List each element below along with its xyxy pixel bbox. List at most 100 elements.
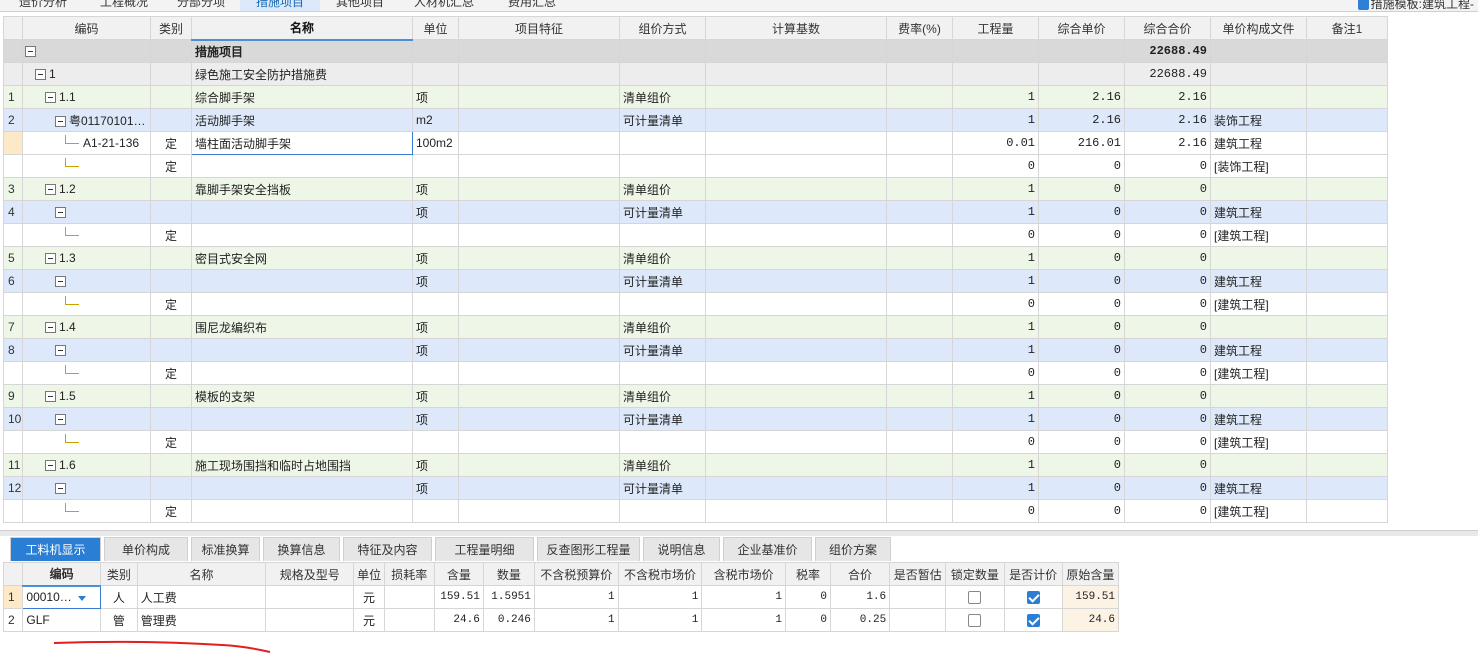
grid-row[interactable]: 定 0 0 0 [建筑工程]: [3, 499, 1388, 523]
cell-code[interactable]: 1.5: [22, 384, 151, 408]
tab-measures[interactable]: 措施项目: [240, 0, 320, 11]
cell-note[interactable]: [1306, 177, 1388, 201]
cell-note[interactable]: [1306, 292, 1388, 316]
cell-unit[interactable]: 项: [412, 246, 459, 270]
cell-method[interactable]: 可计量清单: [619, 108, 706, 132]
cell-name[interactable]: [191, 200, 413, 224]
cell-unit[interactable]: 项: [412, 407, 459, 431]
cell-price[interactable]: 0: [1038, 384, 1125, 408]
collapse-toggle-icon[interactable]: [55, 276, 66, 288]
cell-base[interactable]: [705, 361, 887, 385]
tab-features-content[interactable]: 特征及内容: [343, 537, 432, 561]
collapse-toggle-icon[interactable]: [55, 345, 66, 357]
cell-code[interactable]: [22, 430, 151, 454]
cell-base[interactable]: [705, 338, 887, 362]
cell-file[interactable]: [1210, 315, 1307, 339]
cell-qty[interactable]: 1: [952, 108, 1039, 132]
sub-cell-type[interactable]: 人: [99, 585, 138, 609]
cell-code[interactable]: 1.1: [22, 85, 151, 109]
tab-quantity-detail[interactable]: 工程量明细: [435, 537, 534, 561]
cell-unit[interactable]: 项: [412, 269, 459, 293]
sub-col-type[interactable]: 类别: [99, 562, 138, 586]
grid-row[interactable]: 2 粤01170101… 活动脚手架 m2 可计量清单 1 2.16 2.16 装饰工程: [3, 108, 1388, 132]
cell-price[interactable]: 216.01: [1038, 131, 1125, 155]
cell-file[interactable]: [1210, 177, 1307, 201]
grid-row[interactable]: 定 0 0 0 [建筑工程]: [3, 223, 1388, 247]
cell-feature[interactable]: [458, 338, 620, 362]
cell-price[interactable]: [1038, 39, 1125, 63]
cell-rate[interactable]: [886, 85, 953, 109]
cell-total[interactable]: 0: [1124, 177, 1211, 201]
cell-total[interactable]: 0: [1124, 384, 1211, 408]
cell-method[interactable]: 清单组价: [619, 246, 706, 270]
cell-base[interactable]: [705, 430, 887, 454]
cell-name[interactable]: 措施项目: [191, 39, 413, 63]
cell-type[interactable]: [150, 39, 192, 63]
cell-qty[interactable]: 1: [952, 315, 1039, 339]
collapse-toggle-icon[interactable]: [45, 391, 56, 403]
cell-code[interactable]: [22, 499, 151, 523]
cell-method[interactable]: [619, 361, 706, 385]
cell-unit[interactable]: 项: [412, 338, 459, 362]
grid-row[interactable]: 4 项可计量清单 1 0 0 建筑工程: [3, 200, 1388, 224]
cell-type[interactable]: 定: [150, 223, 192, 247]
cell-file[interactable]: 建筑工程: [1210, 269, 1307, 293]
cell-code[interactable]: 粤01170101…: [22, 108, 151, 132]
col-type[interactable]: 类别: [150, 16, 192, 40]
tab-reverse-graphic-quantity[interactable]: 反查图形工程量: [537, 537, 640, 561]
cell-name[interactable]: [191, 499, 413, 523]
cell-file[interactable]: 建筑工程: [1210, 338, 1307, 362]
sub-cell-budget[interactable]: 1: [533, 585, 619, 609]
cell-name[interactable]: 密目式安全网: [191, 246, 413, 270]
tab-conversion-info[interactable]: 换算信息: [263, 537, 340, 561]
cell-qty[interactable]: 1: [952, 338, 1039, 362]
cell-code[interactable]: [22, 269, 151, 293]
sub-cell-spec[interactable]: [265, 585, 355, 609]
sub-cell-name[interactable]: 人工费: [136, 585, 267, 609]
sub-cell-lock[interactable]: [945, 585, 1005, 609]
cell-method[interactable]: [619, 62, 706, 86]
cell-file[interactable]: [1210, 39, 1307, 63]
sub-cell-total[interactable]: 1.6: [829, 585, 891, 609]
cell-base[interactable]: [705, 315, 887, 339]
cell-base[interactable]: [705, 108, 887, 132]
cell-qty[interactable]: 0: [952, 499, 1039, 523]
cell-price[interactable]: 0: [1038, 476, 1125, 500]
sub-col-spec[interactable]: 规格及型号: [265, 562, 355, 586]
cell-price[interactable]: 0: [1038, 292, 1125, 316]
cell-total[interactable]: 0: [1124, 315, 1211, 339]
cell-feature[interactable]: [458, 131, 620, 155]
cell-method[interactable]: 可计量清单: [619, 269, 706, 293]
cell-code[interactable]: A1-21-136: [22, 131, 151, 155]
cell-file[interactable]: 建筑工程: [1210, 476, 1307, 500]
tab-labor-material-summary[interactable]: 人材机汇总: [400, 0, 488, 11]
cell-name[interactable]: 靠脚手架安全挡板: [191, 177, 413, 201]
cell-total[interactable]: 0: [1124, 338, 1211, 362]
collapse-toggle-icon[interactable]: [55, 414, 66, 426]
sub-cell-type[interactable]: 管: [99, 608, 138, 632]
cell-feature[interactable]: [458, 246, 620, 270]
cell-rate[interactable]: [886, 200, 953, 224]
sub-cell-loss[interactable]: [383, 585, 435, 609]
cell-unit[interactable]: [412, 154, 459, 178]
cell-rate[interactable]: [886, 384, 953, 408]
cell-qty[interactable]: 1: [952, 85, 1039, 109]
tab-other-items[interactable]: 其他项目: [324, 0, 396, 11]
cell-method[interactable]: [619, 131, 706, 155]
sub-cell-priced[interactable]: [1003, 608, 1063, 632]
col-feature[interactable]: 项目特征: [458, 16, 620, 40]
tab-description[interactable]: 说明信息: [643, 537, 720, 561]
cell-total[interactable]: 0: [1124, 407, 1211, 431]
cell-total[interactable]: 22688.49: [1124, 39, 1211, 63]
cell-file[interactable]: [1210, 246, 1307, 270]
cell-note[interactable]: [1306, 384, 1388, 408]
cell-price[interactable]: 0: [1038, 315, 1125, 339]
measure-template-selector[interactable]: 措施模板:建筑工程-: [1357, 0, 1474, 11]
cell-qty[interactable]: 1: [952, 384, 1039, 408]
cell-type[interactable]: [150, 108, 192, 132]
cell-name[interactable]: [191, 407, 413, 431]
cell-price[interactable]: 0: [1038, 407, 1125, 431]
sub-cell-content[interactable]: 159.51: [433, 585, 484, 609]
tab-material-display[interactable]: 工料机显示: [10, 537, 101, 561]
cell-note[interactable]: [1306, 85, 1388, 109]
